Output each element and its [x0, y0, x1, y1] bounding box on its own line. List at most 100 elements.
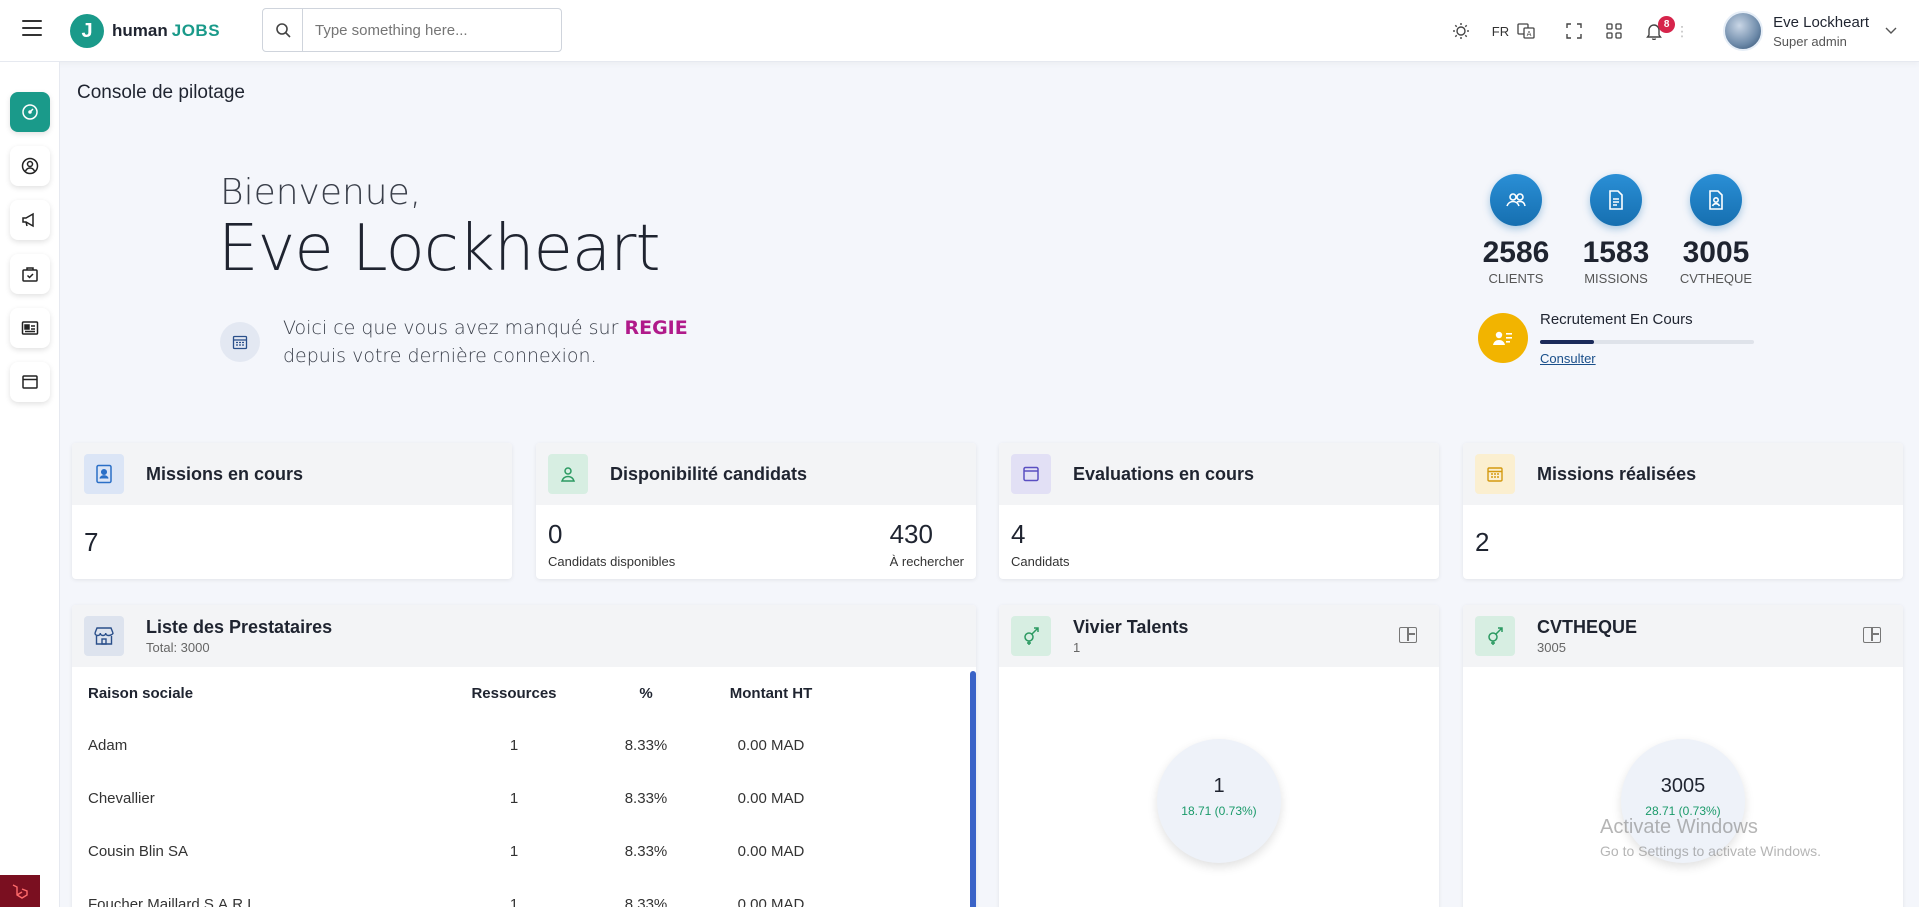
- card-cvtheque: CVTHEQUE 3005 3005 28.71 (0.73%): [1463, 605, 1903, 907]
- a-rechercher-value: 430: [889, 519, 933, 549]
- logo-mark-icon: J: [70, 14, 104, 48]
- a-rechercher-label: À rechercher: [889, 554, 964, 569]
- search-input[interactable]: [303, 21, 553, 39]
- fullscreen-icon[interactable]: [1561, 18, 1587, 44]
- card-subtitle: 1: [1073, 640, 1081, 655]
- card-title: Vivier Talents: [1073, 617, 1189, 637]
- card-missions-realisees[interactable]: Missions réalisées 2: [1463, 443, 1903, 579]
- apps-grid-icon[interactable]: [1601, 18, 1627, 44]
- table-header: Raison sociale Ressources % Montant HT: [72, 667, 972, 719]
- card-title: Evaluations en cours: [1073, 463, 1255, 484]
- megaphone-icon: [22, 212, 34, 228]
- page-title: Console de pilotage: [77, 82, 245, 103]
- vivier-value: 1: [1213, 775, 1225, 797]
- card-disponibilite-candidats[interactable]: Disponibilité candidats 0 Candidats disp…: [536, 443, 976, 579]
- sidebar-item-missions[interactable]: [10, 254, 50, 294]
- sidebar-item-calendar[interactable]: [10, 362, 50, 402]
- browser-window-icon: [1011, 454, 1051, 494]
- welcome-user-name: Eve Lockheart: [218, 212, 661, 286]
- missions-realisees-value: 2: [1475, 527, 1490, 557]
- window-icon: [22, 375, 38, 389]
- card-evaluations-en-cours[interactable]: Evaluations en cours 4 Candidats: [999, 443, 1439, 579]
- sidebar-item-dashboard[interactable]: [10, 92, 50, 132]
- search-icon[interactable]: [263, 9, 303, 51]
- gender-icon: [1475, 616, 1515, 656]
- notifications-bell-icon[interactable]: 8: [1641, 16, 1676, 44]
- top-bar: J humanJOBS FR A 8 ⋮ Eve Lockheart: [0, 0, 1919, 62]
- table-row[interactable]: Adam 1 8.33% 0.00 MAD: [72, 719, 972, 772]
- candidats-disponibles-value: 0: [548, 519, 563, 549]
- user-circle-icon: [21, 157, 39, 175]
- table-row[interactable]: Chevallier 1 8.33% 0.00 MAD: [72, 772, 972, 825]
- table-row[interactable]: Foucher Maillard S.A.R.L. 1 8.33% 0.00 M…: [72, 878, 972, 907]
- sidebar-item-announcements[interactable]: [10, 200, 50, 240]
- col-montant-ht[interactable]: Montant HT: [720, 685, 822, 702]
- vivier-percent: 18.71 (0.73%): [1181, 804, 1257, 818]
- card-subtitle: Total: 3000: [146, 640, 210, 655]
- user-name: Eve Lockheart: [1773, 13, 1869, 31]
- logo[interactable]: J human JOBS: [70, 14, 220, 48]
- recruitment-icon: [1478, 313, 1528, 363]
- user-outline-icon: [548, 454, 588, 494]
- card-subtitle: 3005: [1537, 640, 1566, 655]
- stat-clients[interactable]: 2586 CLIENTS: [1466, 174, 1566, 286]
- calendar-grid-icon: [1475, 454, 1515, 494]
- platform-highlight: REGIE: [624, 317, 688, 339]
- briefcase-check-icon: [22, 267, 38, 282]
- language-code[interactable]: FR: [1492, 24, 1509, 39]
- recruitment-progress-fill: [1540, 340, 1594, 344]
- card-title: Liste des Prestataires: [146, 617, 333, 637]
- user-profile-menu[interactable]: Eve Lockheart Super admin: [1723, 11, 1897, 51]
- id-card-icon: [21, 321, 39, 335]
- card-liste-prestataires: Liste des Prestataires Total: 3000 Raiso…: [72, 605, 976, 907]
- evaluations-value: 4: [1011, 519, 1026, 549]
- sidebar-item-profile[interactable]: [10, 146, 50, 186]
- top-right-toolbar: FR A 8 ⋮ Eve Lockheart Super admin: [1436, 0, 1919, 62]
- dashboard-gauge-icon: [22, 104, 38, 120]
- table-scrollbar[interactable]: [970, 671, 976, 907]
- calendar-icon: [220, 322, 260, 362]
- card-title: CVTHEQUE: [1537, 617, 1638, 637]
- stat-cvtheque[interactable]: 3005 CVTHEQUE: [1666, 174, 1766, 286]
- card-title: Missions en cours: [146, 463, 304, 484]
- recruitment-consult-link[interactable]: Consulter: [1540, 351, 1596, 366]
- col-ressources[interactable]: Ressources: [456, 685, 572, 702]
- gender-icon: [1011, 616, 1051, 656]
- debug-bar-icon[interactable]: [0, 875, 40, 907]
- avatar: [1723, 11, 1764, 51]
- card-missions-en-cours[interactable]: Missions en cours 7: [72, 443, 512, 579]
- missions-en-cours-value: 7: [84, 527, 99, 557]
- prestataires-table: Raison sociale Ressources % Montant HT A…: [72, 667, 972, 907]
- chevron-down-icon: [1885, 24, 1897, 38]
- search-box: [262, 8, 562, 52]
- col-percent[interactable]: %: [572, 685, 720, 702]
- theme-toggle-icon[interactable]: [1448, 18, 1474, 44]
- menu-toggle-icon[interactable]: [22, 20, 42, 40]
- contact-card-icon: [84, 454, 124, 494]
- recruitment-progress-bar: [1540, 340, 1754, 344]
- users-icon: [1490, 174, 1542, 226]
- layout-toggle-icon[interactable]: [1399, 627, 1417, 643]
- store-icon: [84, 616, 124, 656]
- more-vertical-icon[interactable]: ⋮: [1669, 18, 1695, 44]
- windows-activation-watermark: Activate Windows Go to Settings to activ…: [1600, 816, 1821, 859]
- table-row[interactable]: Cousin Blin SA 1 8.33% 0.00 MAD: [72, 825, 972, 878]
- document-icon: [1590, 174, 1642, 226]
- recruitment-title: Recrutement En Cours: [1540, 311, 1693, 328]
- sidebar-item-contacts[interactable]: [10, 308, 50, 348]
- card-vivier-talents: Vivier Talents 1 1 18.71 (0.73%): [999, 605, 1439, 907]
- welcome-message: Voici ce que vous avez manqué sur REGIE …: [283, 317, 688, 367]
- svg-text:A: A: [1527, 30, 1532, 38]
- card-title: Missions réalisées: [1537, 463, 1697, 484]
- welcome-greeting: Bienvenue,: [220, 172, 422, 213]
- translate-icon[interactable]: A: [1513, 18, 1539, 44]
- layout-toggle-icon[interactable]: [1863, 627, 1881, 643]
- vivier-donut: 1 18.71 (0.73%): [1157, 739, 1281, 863]
- col-raison-sociale[interactable]: Raison sociale: [72, 685, 456, 702]
- logo-text: human JOBS: [112, 21, 221, 40]
- cvtheque-value: 3005: [1660, 775, 1706, 797]
- candidats-disponibles-label: Candidats disponibles: [548, 554, 676, 569]
- cv-icon: [1690, 174, 1742, 226]
- sidebar: [0, 62, 60, 907]
- stat-missions[interactable]: 1583 MISSIONS: [1566, 174, 1666, 286]
